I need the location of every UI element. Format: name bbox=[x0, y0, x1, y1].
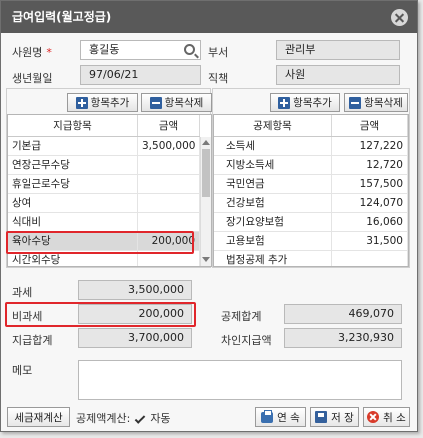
deduct-total-label: 공제합계 bbox=[221, 310, 262, 323]
memo-textarea[interactable] bbox=[78, 360, 402, 400]
net-pay-field: 3,230,930 bbox=[284, 328, 402, 348]
save-icon bbox=[315, 411, 328, 423]
payroll-dialog: 급여입력(월고정급) 사원명 * 홍길동 생년월일 97/06/21 부서 관리부… bbox=[0, 0, 418, 432]
table-row[interactable]: 건강보험 124,070 bbox=[214, 194, 408, 213]
table-row[interactable]: 소득세 127,220 bbox=[214, 137, 408, 156]
pay-total-field: 3,700,000 bbox=[78, 328, 192, 348]
memo-label: 메모 bbox=[12, 364, 33, 377]
table-row[interactable]: 법정공제 추가 bbox=[214, 251, 408, 266]
continue-icon bbox=[261, 409, 274, 423]
required-mark: * bbox=[46, 46, 52, 59]
cancel-icon bbox=[367, 411, 380, 423]
minus-icon bbox=[349, 96, 362, 109]
pay-delete-item-button[interactable]: 항목삭제 bbox=[141, 93, 212, 112]
deduct-delete-item-button[interactable]: 항목삭제 bbox=[344, 93, 408, 112]
birth-date-label: 생년월일 bbox=[12, 72, 53, 85]
employee-name-label: 사원명 * bbox=[12, 46, 52, 59]
table-row[interactable]: 기본급 3,500,000 bbox=[8, 137, 200, 156]
deduct-header-amount: 금액 bbox=[332, 115, 408, 136]
position-field: 사원 bbox=[276, 65, 400, 85]
pay-grid-scrollbar[interactable] bbox=[200, 137, 211, 266]
taxable-field: 3,500,000 bbox=[78, 280, 192, 300]
employee-name-input[interactable]: 홍길동 bbox=[80, 40, 201, 60]
table-row[interactable]: 식대비 bbox=[8, 213, 200, 232]
table-row[interactable]: 국민연금 157,500 bbox=[214, 175, 408, 194]
close-icon[interactable] bbox=[391, 9, 408, 26]
recalculate-tax-button[interactable]: 세금재계산 bbox=[7, 407, 70, 427]
taxable-label: 과세 bbox=[12, 286, 33, 299]
scroll-up-icon[interactable] bbox=[202, 140, 210, 145]
cancel-button[interactable]: 취 소 bbox=[363, 407, 410, 427]
deduct-items-panel: 항목추가 항목삭제 공제항목 금액 소득세 127,220 지방소득세 12,720… bbox=[212, 88, 410, 268]
pay-add-item-button[interactable]: 항목추가 bbox=[67, 93, 138, 112]
pay-total-label: 지급합계 bbox=[12, 334, 53, 347]
table-row[interactable]: 장기요양보험 16,060 bbox=[214, 213, 408, 232]
plus-icon bbox=[75, 96, 88, 109]
minus-icon bbox=[149, 96, 162, 109]
deduct-items-grid: 공제항목 금액 소득세 127,220 지방소득세 12,720 국민연금 157,5… bbox=[213, 114, 409, 267]
auto-calc-checkbox[interactable] bbox=[133, 412, 147, 424]
save-button[interactable]: 저 장 bbox=[310, 407, 359, 427]
pay-header-amount: 금액 bbox=[138, 115, 200, 136]
auto-calc-option: 공제액계산: 자동 bbox=[76, 410, 171, 426]
deduct-grid-body: 소득세 127,220 지방소득세 12,720 국민연금 157,500 건강보험 1… bbox=[214, 137, 408, 266]
scroll-thumb[interactable] bbox=[202, 149, 210, 197]
deduct-header-item: 공제항목 bbox=[214, 115, 332, 136]
deduct-add-item-button[interactable]: 항목추가 bbox=[270, 93, 340, 112]
table-row[interactable]: 연장근무수당 bbox=[8, 156, 200, 175]
auto-calc-label: 공제액계산: bbox=[76, 412, 131, 425]
checkmark-icon bbox=[135, 412, 146, 424]
continue-button[interactable]: 연 속 bbox=[255, 407, 306, 427]
table-row[interactable]: 지방소득세 12,720 bbox=[214, 156, 408, 175]
dialog-title: 급여입력(월고정급) bbox=[12, 10, 112, 24]
table-row[interactable]: 휴일근로수당 bbox=[8, 175, 200, 194]
highlight-box bbox=[5, 302, 196, 327]
highlight-box bbox=[6, 231, 194, 254]
net-pay-label: 차인지급액 bbox=[221, 334, 272, 347]
pay-header-item: 지급항목 bbox=[8, 115, 138, 136]
scroll-down-icon[interactable] bbox=[202, 257, 210, 262]
deduct-total-field: 469,070 bbox=[284, 304, 402, 324]
department-label: 부서 bbox=[208, 46, 229, 59]
table-row[interactable]: 고용보험 31,500 bbox=[214, 232, 408, 251]
dialog-titlebar: 급여입력(월고정급) bbox=[1, 1, 417, 33]
plus-icon bbox=[278, 96, 291, 109]
deduct-grid-header: 공제항목 금액 bbox=[214, 115, 408, 137]
birth-date-field: 97/06/21 bbox=[80, 65, 201, 85]
department-field: 관리부 bbox=[276, 40, 400, 60]
auto-label: 자동 bbox=[150, 412, 171, 425]
position-label: 직책 bbox=[208, 72, 229, 85]
pay-grid-header: 지급항목 금액 bbox=[8, 115, 200, 137]
search-icon[interactable] bbox=[184, 44, 195, 55]
table-row[interactable]: 상여 bbox=[8, 194, 200, 213]
